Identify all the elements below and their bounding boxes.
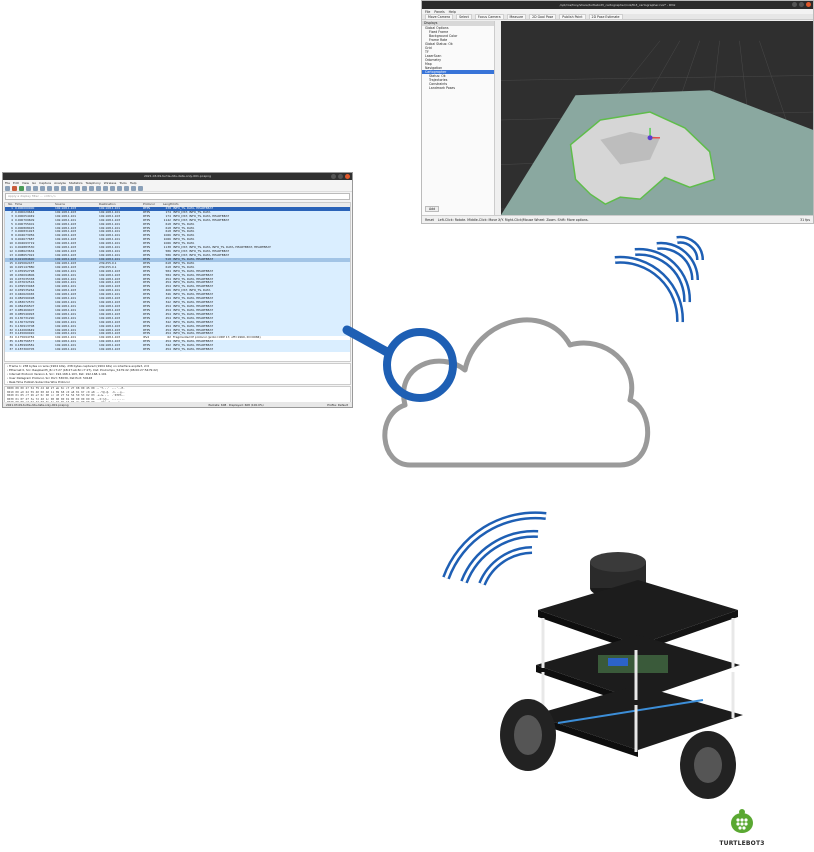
turtlebot3-logo: TURTLEBOT3 [716, 808, 768, 850]
packet-cell-time: 0.187300705 [15, 347, 35, 352]
tool-2d-goal-pose[interactable]: 2D Goal Pose [529, 13, 557, 20]
rviz-statusbar: Reset Left-Click: Rotate. Middle-Click: … [422, 215, 813, 223]
packet-row[interactable]: 37 0.187300705 192.168.1.101 192.168.1.103 R… [5, 347, 350, 353]
menu-go[interactable]: Go [32, 181, 36, 185]
detail-tree-item[interactable]: › Real-Time Publish-Subscribe Wire Proto… [7, 380, 350, 384]
status-file: 2021.03.09-turtle-dds-data-only-001.pcap… [6, 402, 69, 407]
tool-measure[interactable]: Measure [506, 13, 527, 20]
maximize-icon[interactable] [338, 174, 343, 179]
go-forward-icon[interactable] [75, 185, 80, 191]
tool-2d-pose-estimate[interactable]: 2D Pose Estimate [588, 13, 623, 20]
close-icon[interactable] [806, 2, 811, 7]
menu-capture[interactable]: Capture [39, 181, 51, 185]
wireshark-window: 2021.03.09-turtle-dds-data-only-001.pcap… [2, 172, 353, 408]
maximize-icon[interactable] [799, 2, 804, 7]
packet-cell-len: 454 [165, 347, 171, 352]
fps-readout: 31 fps [800, 217, 810, 222]
shark-fin-start-icon[interactable] [5, 185, 10, 191]
magnifier-icon [335, 320, 465, 415]
packet-details[interactable]: › Frame 1: 238 bytes on wire (1904 bits)… [4, 363, 351, 385]
wireshark-titlebar: 2021.03.09-turtle-dds-data-only-001.pcap… [3, 173, 352, 180]
menu-analyze[interactable]: Analyze [54, 181, 66, 185]
display-tree-item[interactable]: Landmark Poses [422, 86, 494, 90]
save-file-icon[interactable] [40, 185, 45, 191]
packet-cell-no: 37 [9, 347, 13, 352]
zoom-in-icon[interactable] [117, 185, 122, 191]
menu-statistics[interactable]: Statistics [69, 181, 83, 185]
restart-capture-icon[interactable] [19, 185, 24, 191]
displays-panel: Displays Global Options Fixed Frame Backgr… [422, 21, 495, 215]
packet-cell-info: INFO_TS, DATA, HEARTBEAT [173, 348, 213, 352]
logo-text: TURTLEBOT3 [719, 840, 765, 847]
packet-cell-proto: RTPS [143, 347, 151, 352]
map-render [501, 21, 813, 215]
turtle-logo-icon [731, 809, 753, 833]
wireshark-title: 2021.03.09-turtle-dds-data-only-001.pcap… [143, 174, 211, 178]
close-icon[interactable] [345, 174, 350, 179]
packet-cell-dst: 192.168.1.103 [99, 347, 121, 352]
autoscroll-icon[interactable] [103, 185, 108, 191]
go-to-packet-icon[interactable] [82, 185, 87, 191]
tool-focus-camera[interactable]: Focus Camera [474, 13, 504, 20]
menu-tools[interactable]: Tools [119, 181, 126, 185]
rviz-title: /opt/ros/foxy/share/turtlebot3_cartograp… [559, 3, 676, 7]
add-display-button[interactable]: Add [425, 206, 440, 212]
menu-telephony[interactable]: Telephony [86, 181, 101, 185]
zoom-out-icon[interactable] [124, 185, 129, 191]
tool-select[interactable]: Select [456, 13, 472, 20]
close-file-icon[interactable] [47, 185, 52, 191]
stop-capture-icon[interactable] [12, 185, 17, 191]
reload-icon[interactable] [54, 185, 59, 191]
capture-options-icon[interactable] [26, 185, 31, 191]
reset-button[interactable]: Reset [425, 218, 434, 222]
open-file-icon[interactable] [33, 185, 38, 191]
rviz-3d-view[interactable] [501, 21, 813, 215]
minimize-icon[interactable] [792, 2, 797, 7]
rviz-window: /opt/ros/foxy/share/turtlebot3_cartograp… [421, 0, 814, 224]
tool-publish-point[interactable]: Publish Point [559, 13, 586, 20]
normal-size-icon[interactable] [131, 185, 136, 191]
packet-cell-src: 192.168.1.101 [55, 347, 77, 352]
colorize-icon[interactable] [110, 185, 115, 191]
go-back-icon[interactable] [68, 185, 73, 191]
first-packet-icon[interactable] [89, 185, 94, 191]
find-packet-icon[interactable] [61, 185, 66, 191]
wireshark-toolbar [3, 185, 352, 192]
wireshark-statusbar: 2021.03.09-turtle-dds-data-only-001.pcap… [3, 402, 352, 407]
menu-file[interactable]: File [5, 181, 10, 185]
mouse-hint: Left-Click: Rotate. Middle-Click: Move X… [437, 217, 589, 222]
status-packets: Packets: 608 · Displayed: 608 (100.0%) [208, 402, 264, 407]
display-filter-input[interactable]: Apply a display filter ... <Ctrl-/> [5, 193, 350, 200]
rviz-titlebar: /opt/ros/foxy/share/turtlebot3_cartograp… [422, 1, 813, 9]
rviz-toolbar: Move Camera Select Focus Camera Measure … [422, 13, 813, 20]
resize-columns-icon[interactable] [138, 185, 143, 191]
menu-help[interactable]: Help [130, 181, 137, 185]
last-packet-icon[interactable] [96, 185, 101, 191]
menu-wireless[interactable]: Wireless [104, 181, 117, 185]
tool-move-camera[interactable]: Move Camera [425, 13, 454, 20]
turtlebot3-robot-image [488, 540, 788, 802]
packet-list[interactable]: No. Time Source Destination Protocol Len… [4, 202, 351, 362]
menu-view[interactable]: View [22, 181, 29, 185]
wifi-signal-icon [605, 232, 715, 327]
minimize-icon[interactable] [331, 174, 336, 179]
menu-edit[interactable]: Edit [13, 181, 19, 185]
